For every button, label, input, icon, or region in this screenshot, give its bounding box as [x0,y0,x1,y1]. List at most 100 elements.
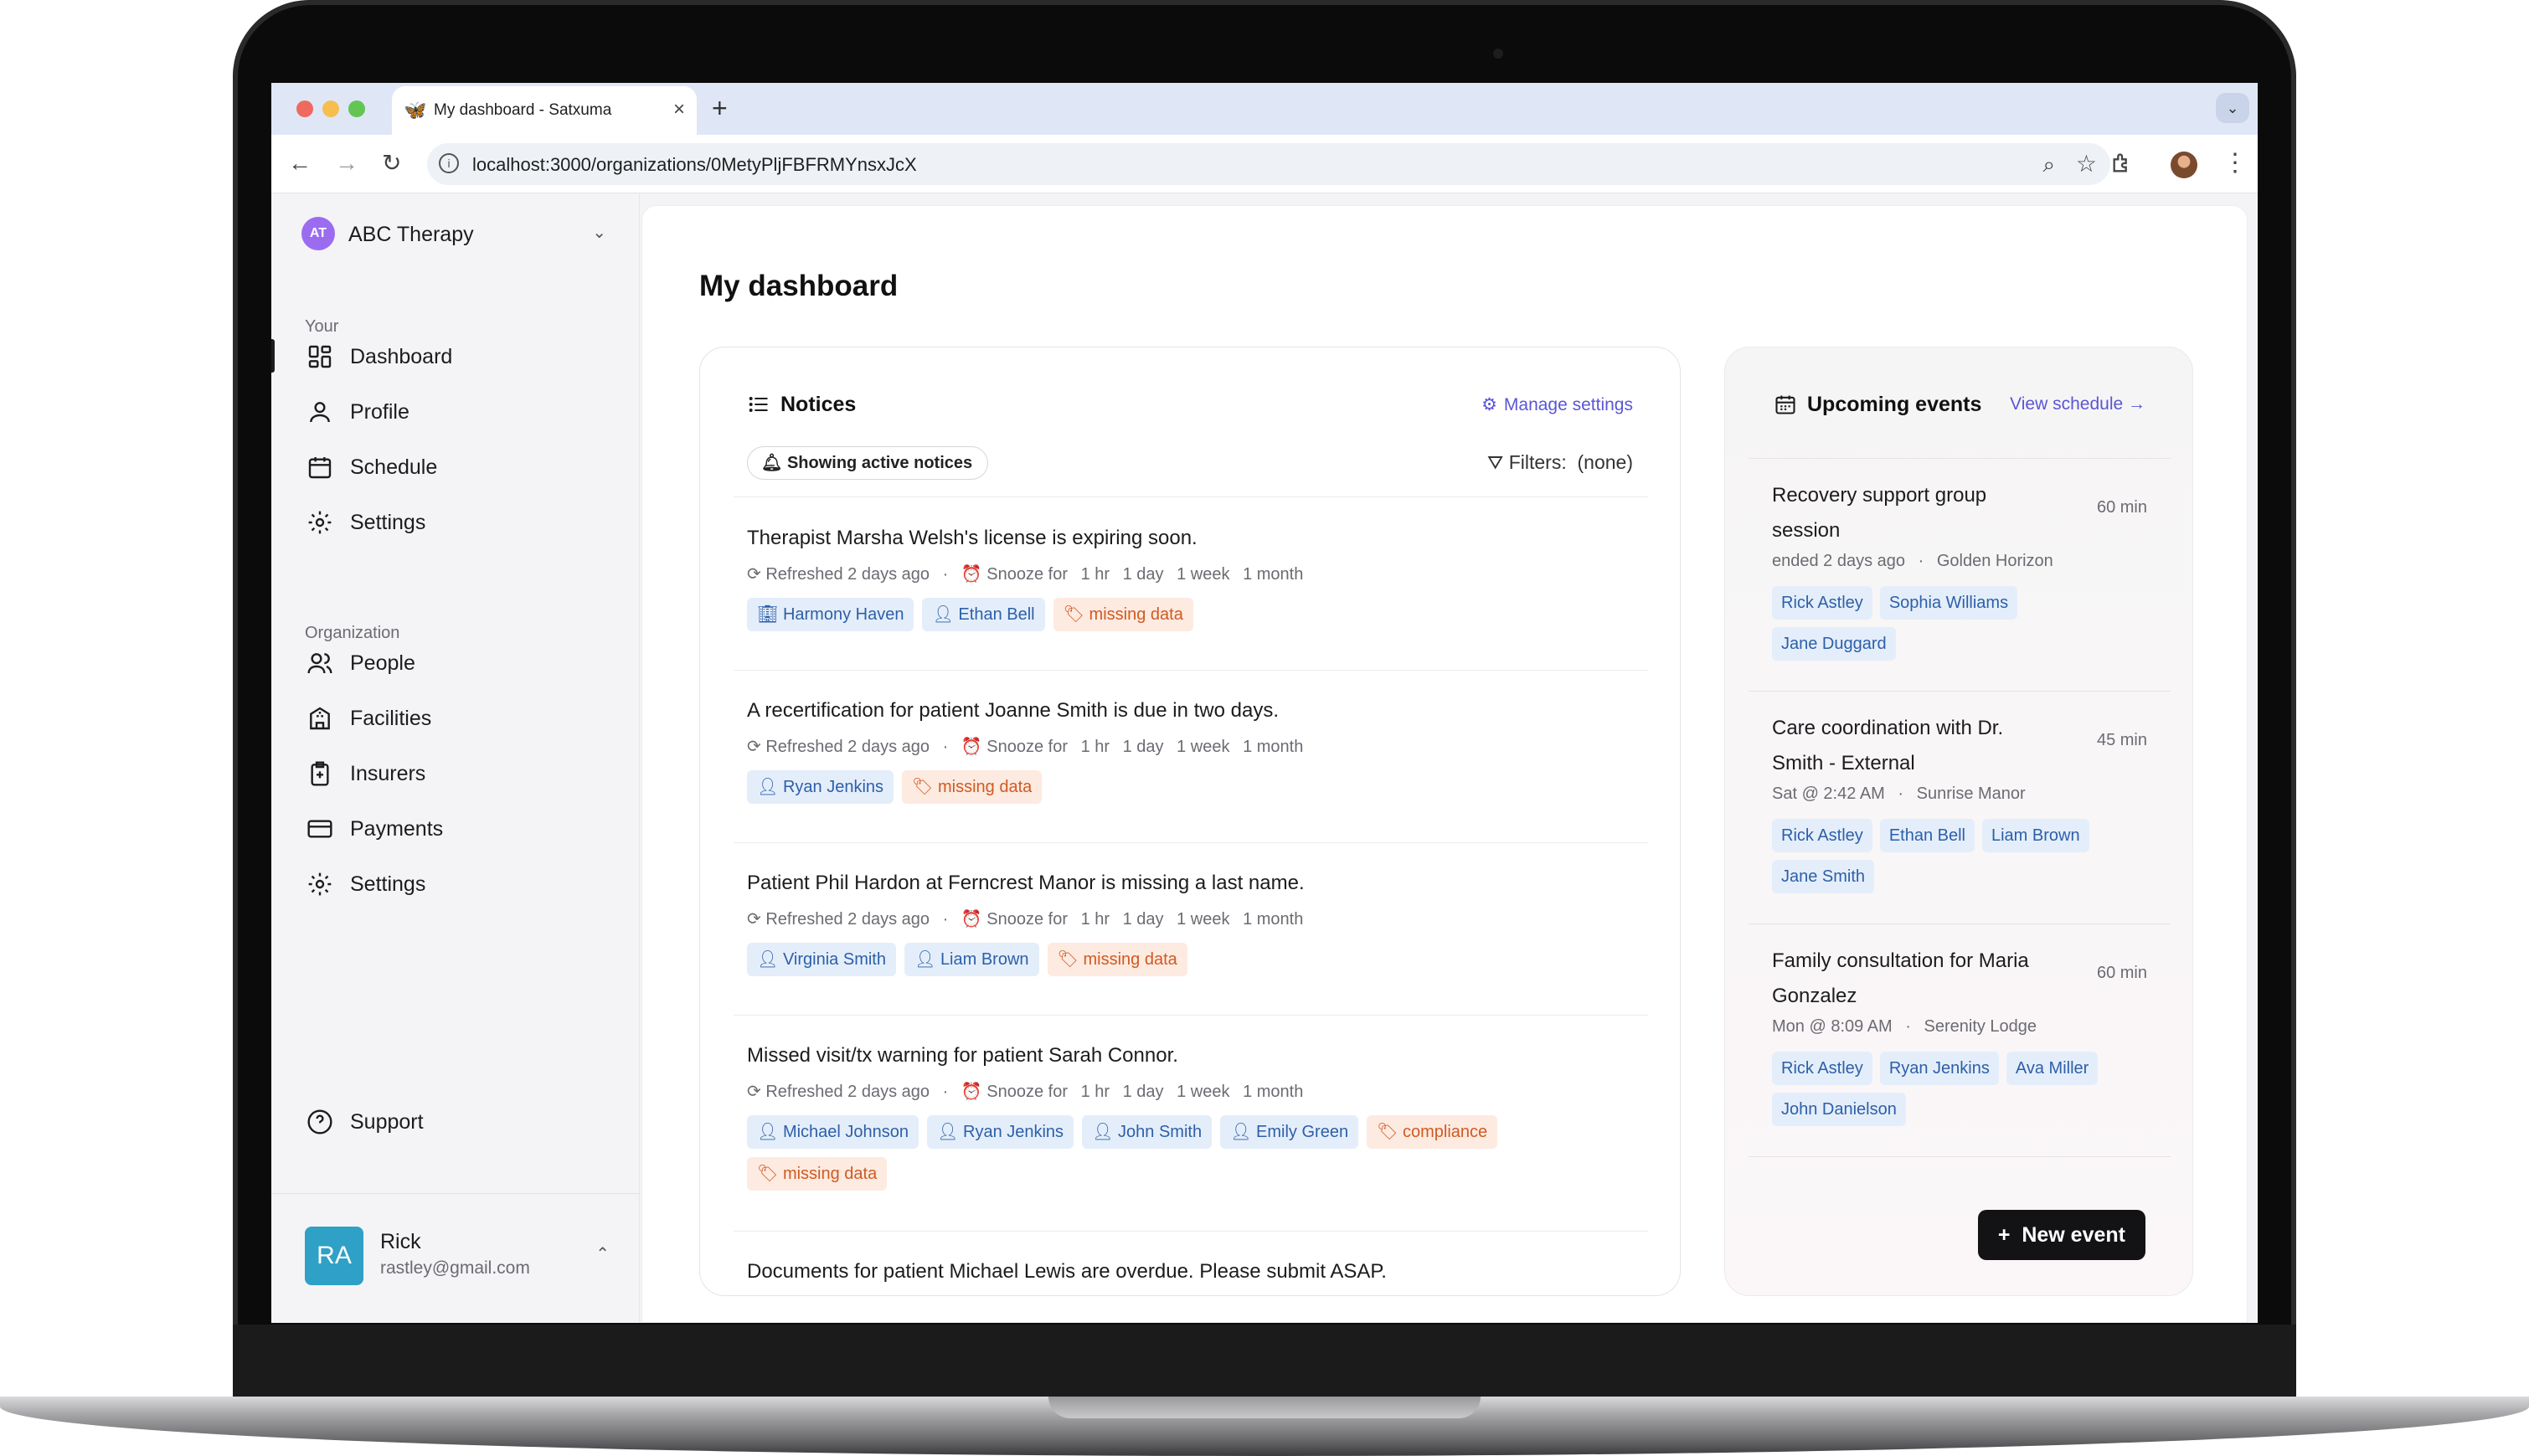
notice-meta: ⟳ Refreshed 2 days ago · ⏰ Snooze for 1 … [747,563,1635,584]
manage-settings-link[interactable]: ⚙ Manage settings [1481,394,1633,415]
snooze-1month-option[interactable]: 1 month [1243,565,1303,584]
sidebar-item-schedule[interactable]: Schedule [295,443,616,490]
refresh-icon[interactable]: ⟳ [747,565,761,584]
person-tag[interactable]: Sophia Williams [1879,586,2018,620]
snooze-1day-option[interactable]: 1 day [1123,565,1164,584]
person-tag[interactable]: Jane Duggard [1772,627,1896,661]
new-tab-button[interactable]: + [712,94,728,122]
person-tag[interactable]: 👤︎ Ryan Jenkins [927,1115,1074,1149]
person-tag[interactable]: 👤︎ Liam Brown [904,943,1039,976]
snooze-1day-option[interactable]: 1 day [1123,738,1164,756]
person-tag[interactable]: 👤︎ Michael Johnson [747,1115,919,1149]
snooze-1month-option[interactable]: 1 month [1243,1083,1303,1101]
snooze-1week-option[interactable]: 1 week [1177,910,1229,929]
sidebar-item-dashboard[interactable]: Dashboard [271,332,616,379]
sidebar-item-label: Support [350,1110,424,1134]
person-tag[interactable]: 👤︎ John Smith [1082,1115,1213,1149]
meta-separator: · [942,910,949,929]
person-tag[interactable]: Ethan Bell [1879,819,1975,852]
event-item[interactable]: Care coordination with Dr. Smith - Exter… [1772,711,2147,893]
refresh-icon[interactable]: ⟳ [747,910,761,929]
flag-tag[interactable]: 🏷︎ compliance [1367,1115,1498,1149]
person-tag[interactable]: 👤︎ Ryan Jenkins [747,770,894,804]
snooze-1hr-option[interactable]: 1 hr [1081,738,1110,756]
event-item[interactable]: Recovery support group session 60 min en… [1772,478,2147,661]
filters-button[interactable]: ⛛ Filters: (none) [1487,451,1633,474]
snooze-1month-option[interactable]: 1 month [1243,910,1303,929]
event-item[interactable]: Family consultation for Maria Gonzalez 6… [1772,944,2147,1126]
refreshed-time: 2 days ago [847,910,930,929]
forward-arrow-icon[interactable]: → [335,148,358,178]
sidebar-item-facilities[interactable]: Facilities [295,694,616,741]
person-tag[interactable]: Liam Brown [1981,819,2089,852]
maximize-window-button[interactable] [348,100,365,117]
flag-tag[interactable]: 🏷︎ missing data [747,1157,888,1191]
flag-tag[interactable]: 🏷︎ missing data [1053,598,1193,631]
snooze-1day-option[interactable]: 1 day [1123,1083,1164,1101]
sidebar-item-payments[interactable]: Payments [295,805,616,851]
person-tag[interactable]: Ryan Jenkins [1879,1052,1999,1085]
sidebar-item-support[interactable]: Support [295,1098,616,1145]
person-tag[interactable]: Rick Astley [1772,819,1872,852]
sidebar-item-org-settings[interactable]: Settings [295,860,616,907]
org-switcher[interactable]: AT ABC Therapy ⌄ [301,214,613,254]
minimize-window-button[interactable] [322,100,339,117]
close-window-button[interactable] [296,100,313,117]
reload-icon[interactable]: ↻ [382,148,401,178]
snooze-1month-option[interactable]: 1 month [1243,738,1303,756]
person-tag[interactable]: Rick Astley [1772,1052,1872,1085]
refresh-icon[interactable]: ⟳ [747,1083,761,1101]
notice-item[interactable]: Therapist Marsha Welsh's license is expi… [747,527,1635,631]
notice-item[interactable]: Documents for patient Michael Lewis are … [747,1260,1635,1284]
event-duration: 45 min [2096,731,2147,749]
flag-tag[interactable]: 🏷︎ missing data [1047,943,1187,976]
building-icon: 🏢︎ [757,605,783,624]
snooze-1week-option[interactable]: 1 week [1177,738,1229,756]
snooze-1day-option[interactable]: 1 day [1123,910,1164,929]
tag-label: compliance [1403,1123,1488,1141]
person-tag[interactable]: Jane Smith [1772,860,1875,893]
snooze-1hr-option[interactable]: 1 hr [1081,910,1110,929]
notice-item[interactable]: Patient Phil Hardon at Ferncrest Manor i… [747,872,1635,976]
browser-tab[interactable]: 🦋 My dashboard - Satxuma × [392,86,697,135]
snooze-1hr-option[interactable]: 1 hr [1081,1083,1110,1101]
person-tag[interactable]: 👤︎ Emily Green [1220,1115,1359,1149]
snooze-1hr-option[interactable]: 1 hr [1081,565,1110,584]
flag-tag[interactable]: 🏷︎ missing data [902,770,1043,804]
snooze-1week-option[interactable]: 1 week [1177,1083,1229,1101]
user-menu[interactable]: RA Rick rastley@gmail.com ⌃ [305,1223,616,1290]
notice-item[interactable]: A recertification for patient Joanne Smi… [747,699,1635,804]
notice-tags: 👤︎ Ryan Jenkins 🏷︎ missing data [747,770,1584,804]
chevron-up-icon: ⌃ [595,1245,610,1263]
site-info-icon[interactable]: i [439,153,459,173]
browser-profile-avatar[interactable] [2171,152,2197,178]
person-tag[interactable]: 👤︎ Virginia Smith [747,943,896,976]
refresh-icon[interactable]: ⟳ [747,738,761,756]
event-when: Mon @ 8:09 AM [1772,1017,1893,1036]
snooze-1week-option[interactable]: 1 week [1177,565,1229,584]
facility-tag[interactable]: 🏢︎ Harmony Haven [747,598,914,631]
url-text[interactable]: localhost:3000/organizations/0MetyPljFBF… [472,154,917,176]
sidebar-item-settings[interactable]: Settings [295,498,616,545]
close-tab-icon[interactable]: × [673,98,685,121]
user-icon: 👤︎ [1230,1123,1257,1141]
event-meta: ended 2 days ago · Golden Horizon [1772,552,2147,571]
person-tag[interactable]: John Danielson [1772,1093,1906,1126]
new-event-button[interactable]: + New event [1977,1210,2145,1260]
browser-menu-icon[interactable]: ⋮ [2223,148,2248,178]
extensions-puzzle-icon[interactable] [2110,152,2134,175]
back-arrow-icon[interactable]: ← [288,148,312,178]
tab-search-button[interactable]: ⌄ [2216,93,2249,123]
active-notices-toggle[interactable]: 🔔︎ Showing active notices [747,446,989,480]
person-tag[interactable]: Rick Astley [1772,586,1872,620]
person-tag[interactable]: Ava Miller [2006,1052,2099,1085]
sidebar-item-people[interactable]: People [295,639,616,686]
sidebar-item-profile[interactable]: Profile [295,388,616,435]
address-bar[interactable]: i localhost:3000/organizations/0MetyPljF… [427,143,2110,185]
notice-item[interactable]: Missed visit/tx warning for patient Sara… [747,1044,1635,1191]
person-tag[interactable]: 👤︎ Ethan Bell [922,598,1045,631]
view-schedule-link[interactable]: View schedule → [2010,394,2145,414]
bookmark-star-icon[interactable]: ☆ [2076,150,2097,177]
sidebar-item-insurers[interactable]: Insurers [295,749,616,796]
zoom-icon[interactable]: ⌕ [2042,152,2055,178]
